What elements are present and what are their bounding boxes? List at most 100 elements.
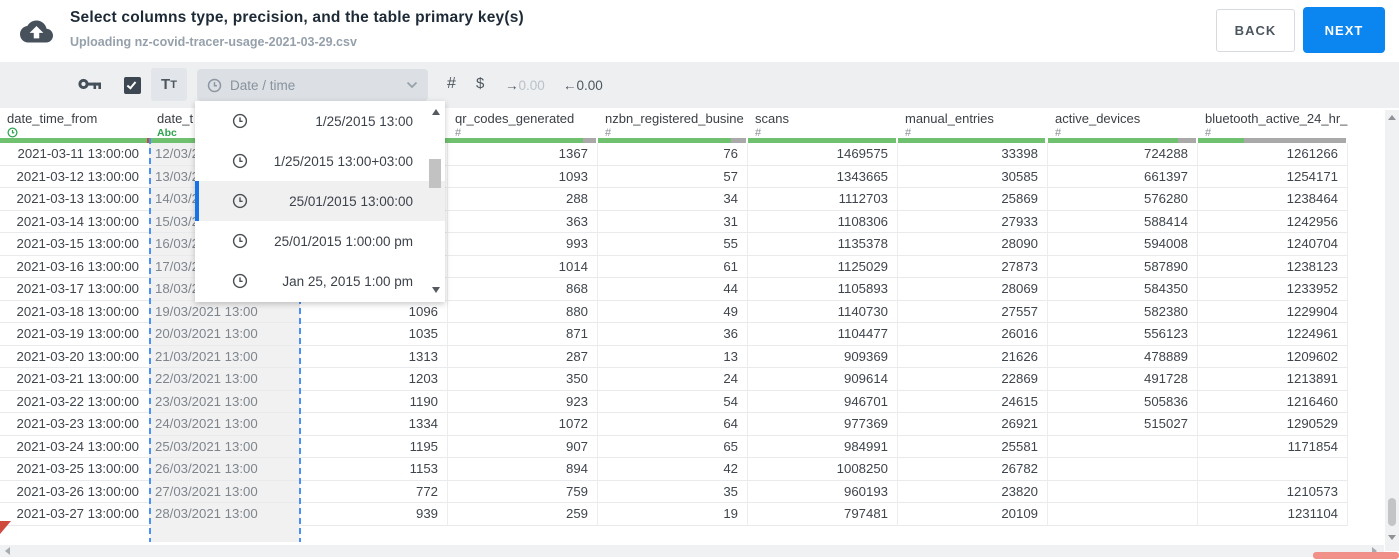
table-cell[interactable]: 1125029 xyxy=(748,255,898,278)
text-type-button[interactable]: TT xyxy=(151,68,187,101)
date-format-option[interactable]: 1/25/2015 13:00 xyxy=(195,101,445,141)
vertical-scrollbar-thumb[interactable] xyxy=(1388,498,1396,526)
table-cell[interactable]: 288 xyxy=(448,188,598,211)
date-format-option[interactable]: 25/01/2015 13:00:00 xyxy=(195,181,445,221)
table-cell[interactable]: 2021-03-20 13:00:00 xyxy=(0,345,150,368)
table-cell[interactable]: 1367 xyxy=(448,143,598,166)
table-cell[interactable]: 1108306 xyxy=(748,210,898,233)
table-cell[interactable]: 2021-03-22 13:00:00 xyxy=(0,390,150,413)
table-cell[interactable]: 576280 xyxy=(1048,188,1198,211)
table-cell[interactable]: 57 xyxy=(598,165,748,188)
table-cell[interactable]: 19 xyxy=(598,503,748,526)
table-cell[interactable]: 1072 xyxy=(448,413,598,436)
vertical-scrollbar[interactable] xyxy=(1385,110,1399,551)
table-cell[interactable]: 21626 xyxy=(898,345,1048,368)
table-cell[interactable]: 28069 xyxy=(898,278,1048,301)
table-cell[interactable]: 1231104 xyxy=(1198,503,1348,526)
table-cell[interactable]: 34 xyxy=(598,188,748,211)
table-cell[interactable]: 772 xyxy=(300,480,448,503)
column-header-qr_codes_generated[interactable]: qr_codes_generated # xyxy=(448,108,598,138)
table-cell[interactable]: 2021-03-13 13:00:00 xyxy=(0,188,150,211)
table-cell[interactable]: 2021-03-15 13:00:00 xyxy=(0,233,150,256)
table-cell[interactable]: 1216460 xyxy=(1198,390,1348,413)
table-cell[interactable]: 2021-03-17 13:00:00 xyxy=(0,278,150,301)
table-cell[interactable]: 287 xyxy=(448,345,598,368)
table-cell[interactable]: 49 xyxy=(598,300,748,323)
table-cell[interactable]: 1242956 xyxy=(1198,210,1348,233)
table-cell[interactable] xyxy=(1048,458,1198,481)
scroll-up-icon[interactable] xyxy=(1388,115,1396,120)
table-cell[interactable]: 1190 xyxy=(300,390,448,413)
table-cell[interactable]: 35 xyxy=(598,480,748,503)
table-cell[interactable]: 907 xyxy=(448,435,598,458)
table-cell[interactable]: 1469575 xyxy=(748,143,898,166)
table-cell[interactable]: 23/03/2021 13:00 xyxy=(150,390,300,413)
table-cell[interactable]: 1035 xyxy=(300,323,448,346)
table-cell[interactable]: 1334 xyxy=(300,413,448,436)
table-cell[interactable]: 24/03/2021 13:00 xyxy=(150,413,300,436)
table-cell[interactable]: 24615 xyxy=(898,390,1048,413)
back-button[interactable]: BACK xyxy=(1216,9,1295,52)
table-cell[interactable]: 27557 xyxy=(898,300,1048,323)
dropdown-scroll-down-icon[interactable] xyxy=(432,287,440,293)
table-cell[interactable]: 1209602 xyxy=(1198,345,1348,368)
table-cell[interactable]: 1093 xyxy=(448,165,598,188)
table-cell[interactable]: 1229904 xyxy=(1198,300,1348,323)
table-cell[interactable]: 23820 xyxy=(898,480,1048,503)
table-cell[interactable]: 1254171 xyxy=(1198,165,1348,188)
table-cell[interactable]: 65 xyxy=(598,435,748,458)
horizontal-scrollbar[interactable] xyxy=(0,545,1384,557)
table-cell[interactable]: 36 xyxy=(598,323,748,346)
table-cell[interactable]: 939 xyxy=(300,503,448,526)
increase-decimal-button[interactable]: →0.00 xyxy=(505,78,545,93)
currency-type-button[interactable]: $ xyxy=(476,75,484,92)
table-cell[interactable]: 1104477 xyxy=(748,323,898,346)
column-header-date_time_from[interactable]: date_time_from xyxy=(0,108,150,138)
column-header-bluetooth_active_24_hr_[interactable]: bluetooth_active_24_hr_ # xyxy=(1198,108,1348,138)
table-cell[interactable]: 556123 xyxy=(1048,323,1198,346)
table-cell[interactable]: 1210573 xyxy=(1198,480,1348,503)
decrease-decimal-button[interactable]: ←0.00 xyxy=(563,78,603,93)
table-cell[interactable]: 28/03/2021 13:00 xyxy=(150,503,300,526)
table-cell[interactable]: 44 xyxy=(598,278,748,301)
table-cell[interactable]: 1203 xyxy=(300,368,448,391)
table-cell[interactable]: 350 xyxy=(448,368,598,391)
table-cell[interactable]: 505836 xyxy=(1048,390,1198,413)
table-cell[interactable]: 1195 xyxy=(300,435,448,458)
table-cell[interactable]: 1135378 xyxy=(748,233,898,256)
date-format-option[interactable]: 1/25/2015 13:00+03:00 xyxy=(195,141,445,181)
table-cell[interactable]: 1290529 xyxy=(1198,413,1348,436)
scroll-down-icon[interactable] xyxy=(1388,535,1396,540)
table-cell[interactable]: 20109 xyxy=(898,503,1048,526)
table-cell[interactable]: 759 xyxy=(448,480,598,503)
table-cell[interactable]: 1240704 xyxy=(1198,233,1348,256)
table-cell[interactable]: 1008250 xyxy=(748,458,898,481)
table-cell[interactable] xyxy=(1198,458,1348,481)
table-cell[interactable]: 923 xyxy=(448,390,598,413)
table-cell[interactable]: 1112703 xyxy=(748,188,898,211)
table-cell[interactable]: 2021-03-27 13:00:00 xyxy=(0,503,150,526)
table-cell[interactable]: 1238464 xyxy=(1198,188,1348,211)
table-cell[interactable]: 1261266 xyxy=(1198,143,1348,166)
table-cell[interactable]: 61 xyxy=(598,255,748,278)
dropdown-scrollbar-thumb[interactable] xyxy=(429,159,441,188)
table-cell[interactable]: 30585 xyxy=(898,165,1048,188)
table-cell[interactable]: 1105893 xyxy=(748,278,898,301)
table-cell[interactable]: 22869 xyxy=(898,368,1048,391)
table-cell[interactable]: 868 xyxy=(448,278,598,301)
table-cell[interactable]: 33398 xyxy=(898,143,1048,166)
table-cell[interactable]: 26016 xyxy=(898,323,1048,346)
primary-key-checkbox[interactable] xyxy=(124,77,141,94)
table-cell[interactable]: 363 xyxy=(448,210,598,233)
table-cell[interactable]: 1171854 xyxy=(1198,435,1348,458)
table-cell[interactable]: 977369 xyxy=(748,413,898,436)
table-cell[interactable]: 909614 xyxy=(748,368,898,391)
table-cell[interactable]: 478889 xyxy=(1048,345,1198,368)
table-cell[interactable]: 2021-03-16 13:00:00 xyxy=(0,255,150,278)
table-cell[interactable]: 54 xyxy=(598,390,748,413)
table-cell[interactable]: 25581 xyxy=(898,435,1048,458)
date-format-option[interactable]: Jan 25, 2015 1:00 pm xyxy=(195,261,445,301)
table-cell[interactable]: 2021-03-25 13:00:00 xyxy=(0,458,150,481)
table-cell[interactable]: 26782 xyxy=(898,458,1048,481)
table-cell[interactable]: 1224961 xyxy=(1198,323,1348,346)
